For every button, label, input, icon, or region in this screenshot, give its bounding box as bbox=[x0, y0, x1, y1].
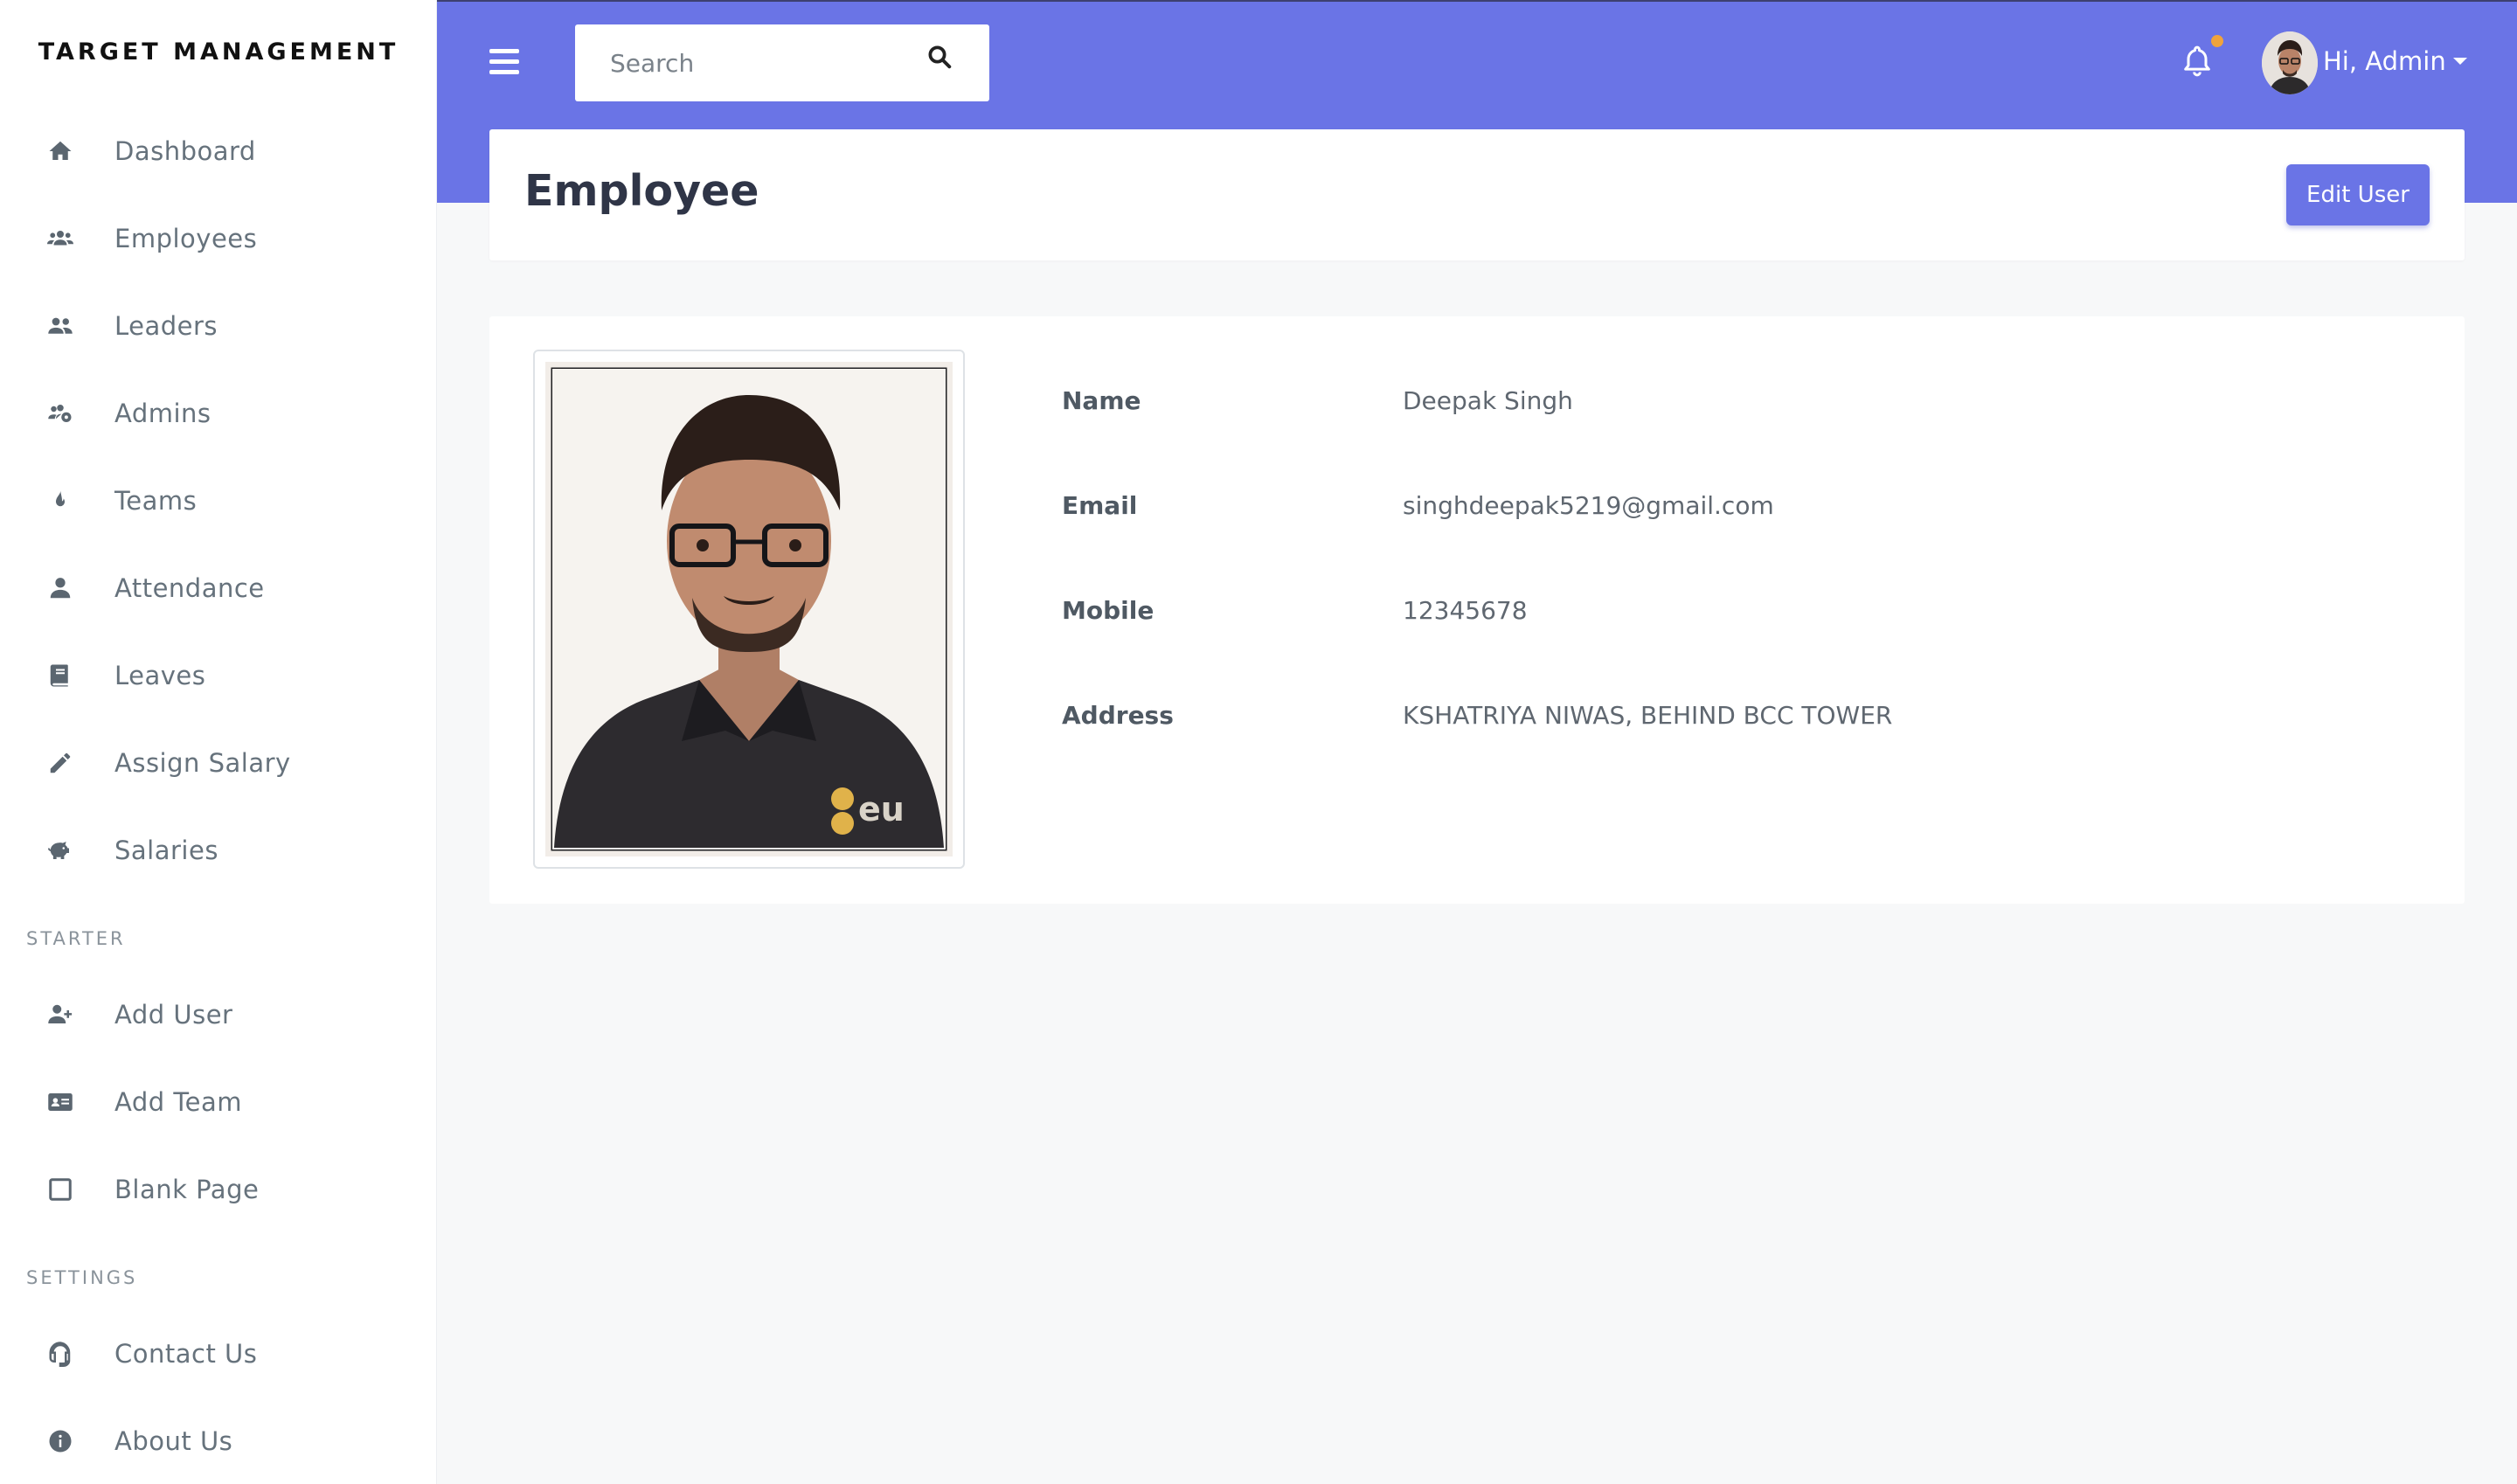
user-greeting: Hi, Admin bbox=[2323, 46, 2446, 76]
headset-icon bbox=[45, 1339, 75, 1369]
field-value-mobile: 12345678 bbox=[1403, 596, 1528, 625]
sidebar-item-admins[interactable]: Admins bbox=[0, 370, 437, 457]
pencil-icon bbox=[45, 748, 75, 778]
sidebar-item-add-team[interactable]: Add Team bbox=[0, 1058, 437, 1146]
notification-badge bbox=[2211, 35, 2223, 47]
sidebar-item-salaries[interactable]: Salaries bbox=[0, 807, 437, 894]
brand-logo[interactable]: TARGET MANAGEMENT bbox=[0, 0, 437, 103]
sidebar-item-label: Add User bbox=[114, 1000, 233, 1030]
sidebar-item-label: Blank Page bbox=[114, 1175, 260, 1204]
user-plus-icon bbox=[45, 1000, 75, 1030]
field-value-email: singhdeepak5219@gmail.com bbox=[1403, 491, 1774, 520]
square-icon bbox=[45, 1175, 75, 1204]
sidebar-item-label: Employees bbox=[114, 224, 258, 253]
sidebar-item-label: Admins bbox=[114, 399, 211, 428]
menu-toggle-button[interactable] bbox=[489, 49, 519, 75]
field-label-email: Email bbox=[1062, 491, 1138, 520]
sidebar-item-assign-salary[interactable]: Assign Salary bbox=[0, 719, 437, 807]
book-icon bbox=[45, 661, 75, 690]
user-menu-dropdown[interactable]: Hi, Admin bbox=[2323, 42, 2467, 80]
id-card-icon bbox=[45, 1087, 75, 1117]
sidebar-item-leaders[interactable]: Leaders bbox=[0, 282, 437, 370]
sidebar-item-label: Contact Us bbox=[114, 1339, 258, 1369]
field-value-address: KSHATRIYA NIWAS, BEHIND BCC TOWER bbox=[1403, 701, 1893, 730]
user-icon bbox=[45, 573, 75, 603]
search-input[interactable] bbox=[575, 24, 916, 101]
sidebar-item-employees[interactable]: Employees bbox=[0, 195, 437, 282]
sidebar-item-attendance[interactable]: Attendance bbox=[0, 544, 437, 632]
sidebar-item-leaves[interactable]: Leaves bbox=[0, 632, 437, 719]
field-label-mobile: Mobile bbox=[1062, 596, 1154, 625]
svg-text:eu: eu bbox=[858, 790, 905, 829]
field-label-address: Address bbox=[1062, 701, 1174, 730]
search-button[interactable] bbox=[926, 44, 965, 82]
section-heading-starter: STARTER bbox=[26, 928, 126, 949]
hamburger-icon bbox=[489, 49, 519, 53]
sidebar-item-label: Salaries bbox=[114, 836, 218, 865]
users-icon bbox=[45, 224, 75, 253]
sidebar-item-label: Assign Salary bbox=[114, 748, 291, 778]
employee-photo: eu bbox=[533, 350, 965, 869]
home-icon bbox=[45, 136, 75, 166]
avatar[interactable] bbox=[2262, 31, 2318, 94]
sidebar-item-dashboard[interactable]: Dashboard bbox=[0, 107, 437, 195]
search-icon bbox=[928, 45, 952, 69]
sidebar-item-teams[interactable]: Teams bbox=[0, 457, 437, 544]
piggy-bank-icon bbox=[45, 836, 75, 865]
sidebar-item-add-user[interactable]: Add User bbox=[0, 971, 437, 1058]
sidebar-item-label: Dashboard bbox=[114, 136, 256, 166]
sidebar-item-label: Leaves bbox=[114, 661, 206, 690]
users-cog-icon bbox=[45, 399, 75, 428]
fire-icon bbox=[45, 486, 75, 516]
page-header-card bbox=[489, 129, 2465, 260]
sidebar-item-label: Add Team bbox=[114, 1087, 243, 1117]
field-label-name: Name bbox=[1062, 386, 1141, 415]
sidebar-item-contact-us[interactable]: Contact Us bbox=[0, 1310, 437, 1397]
info-circle-icon bbox=[45, 1426, 75, 1456]
page-title: Employee bbox=[524, 166, 759, 216]
section-heading-settings: SETTINGS bbox=[26, 1267, 138, 1288]
notifications-button[interactable] bbox=[2180, 42, 2215, 80]
sidebar-item-label: Leaders bbox=[114, 311, 218, 341]
sidebar-item-label: Teams bbox=[114, 486, 198, 516]
user-friends-icon bbox=[45, 311, 75, 341]
sidebar: TARGET MANAGEMENT Dashboard Employees Le… bbox=[0, 0, 437, 1484]
sidebar-item-blank-page[interactable]: Blank Page bbox=[0, 1146, 437, 1233]
sidebar-item-label: Attendance bbox=[114, 573, 265, 603]
caret-down-icon bbox=[2452, 58, 2467, 65]
edit-user-button[interactable]: Edit User bbox=[2286, 164, 2430, 225]
sidebar-item-about-us[interactable]: About Us bbox=[0, 1397, 437, 1484]
bell-icon bbox=[2184, 45, 2210, 77]
field-value-name: Deepak Singh bbox=[1403, 386, 1573, 415]
sidebar-item-label: About Us bbox=[114, 1426, 233, 1456]
